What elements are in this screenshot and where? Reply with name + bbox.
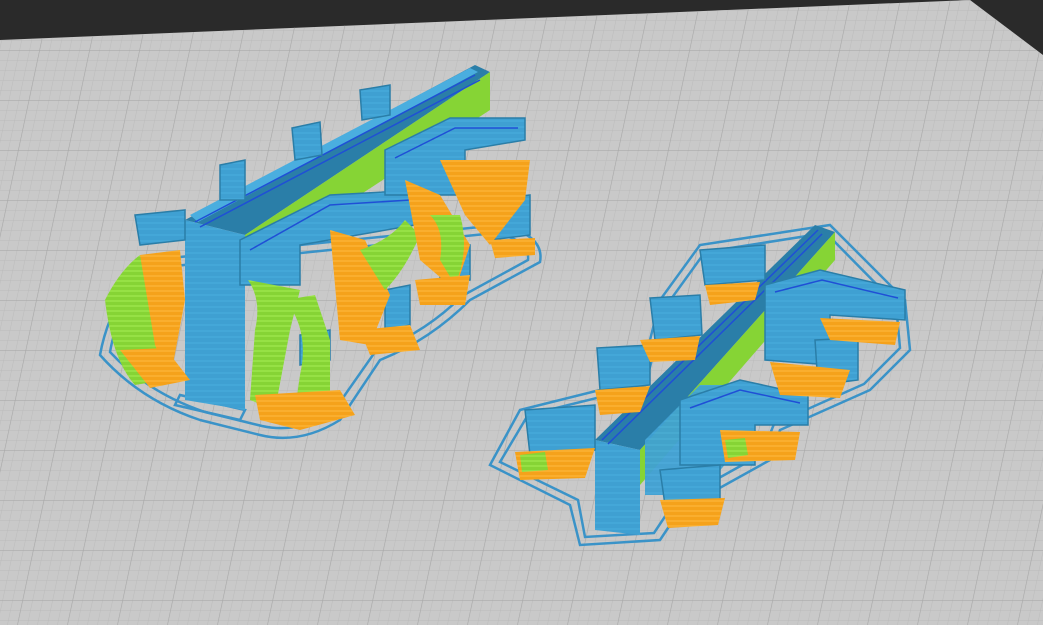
slice-preview-scene[interactable]	[0, 0, 1043, 625]
3d-viewport[interactable]	[0, 0, 1043, 625]
